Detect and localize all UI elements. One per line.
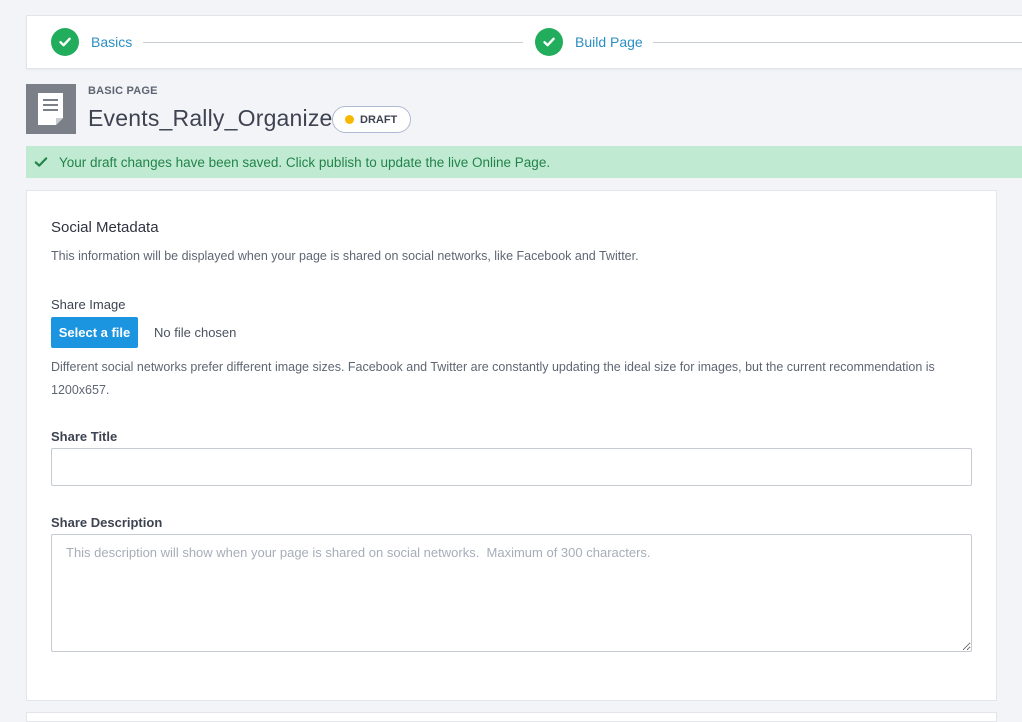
share-description-label: Share Description [51, 515, 163, 530]
share-title-input[interactable] [51, 448, 972, 486]
page-title: Events_Rally_Organize [88, 105, 333, 131]
next-card-edge [26, 712, 997, 722]
step-basics[interactable]: Basics [51, 16, 132, 68]
alert-message: Your draft changes have been saved. Clic… [59, 154, 551, 170]
step-label[interactable]: Build Page [575, 34, 643, 50]
file-status: No file chosen [154, 325, 237, 340]
social-metadata-card: Social Metadata This information will be… [26, 190, 997, 701]
checkmark-icon [51, 28, 79, 56]
share-image-label: Share Image [51, 297, 126, 312]
status-badge: DRAFT [332, 106, 412, 133]
share-title-label: Share Title [51, 429, 118, 444]
document-icon [26, 84, 76, 134]
step-label[interactable]: Basics [91, 34, 132, 50]
success-alert: Your draft changes have been saved. Clic… [26, 146, 1022, 178]
share-image-help-text: Different social networks prefer differe… [51, 360, 935, 397]
checkmark-icon [34, 156, 48, 167]
progress-stepper: Basics Build Page [26, 15, 1022, 69]
status-badge-label: DRAFT [360, 113, 398, 126]
page-header: BASIC PAGE Events_Rally_Organize DRAFT [26, 84, 1006, 134]
draft-dot-icon [345, 115, 354, 124]
share-description-textarea[interactable] [51, 534, 972, 652]
step-build-page[interactable]: Build Page [535, 16, 643, 68]
step-connector [143, 42, 523, 43]
section-description: This information will be displayed when … [51, 249, 639, 263]
checkmark-icon [535, 28, 563, 56]
section-title: Social Metadata [51, 219, 159, 236]
select-file-button[interactable]: Select a file [51, 317, 138, 348]
step-connector [653, 42, 1022, 43]
page-type-label: BASIC PAGE [88, 85, 158, 97]
